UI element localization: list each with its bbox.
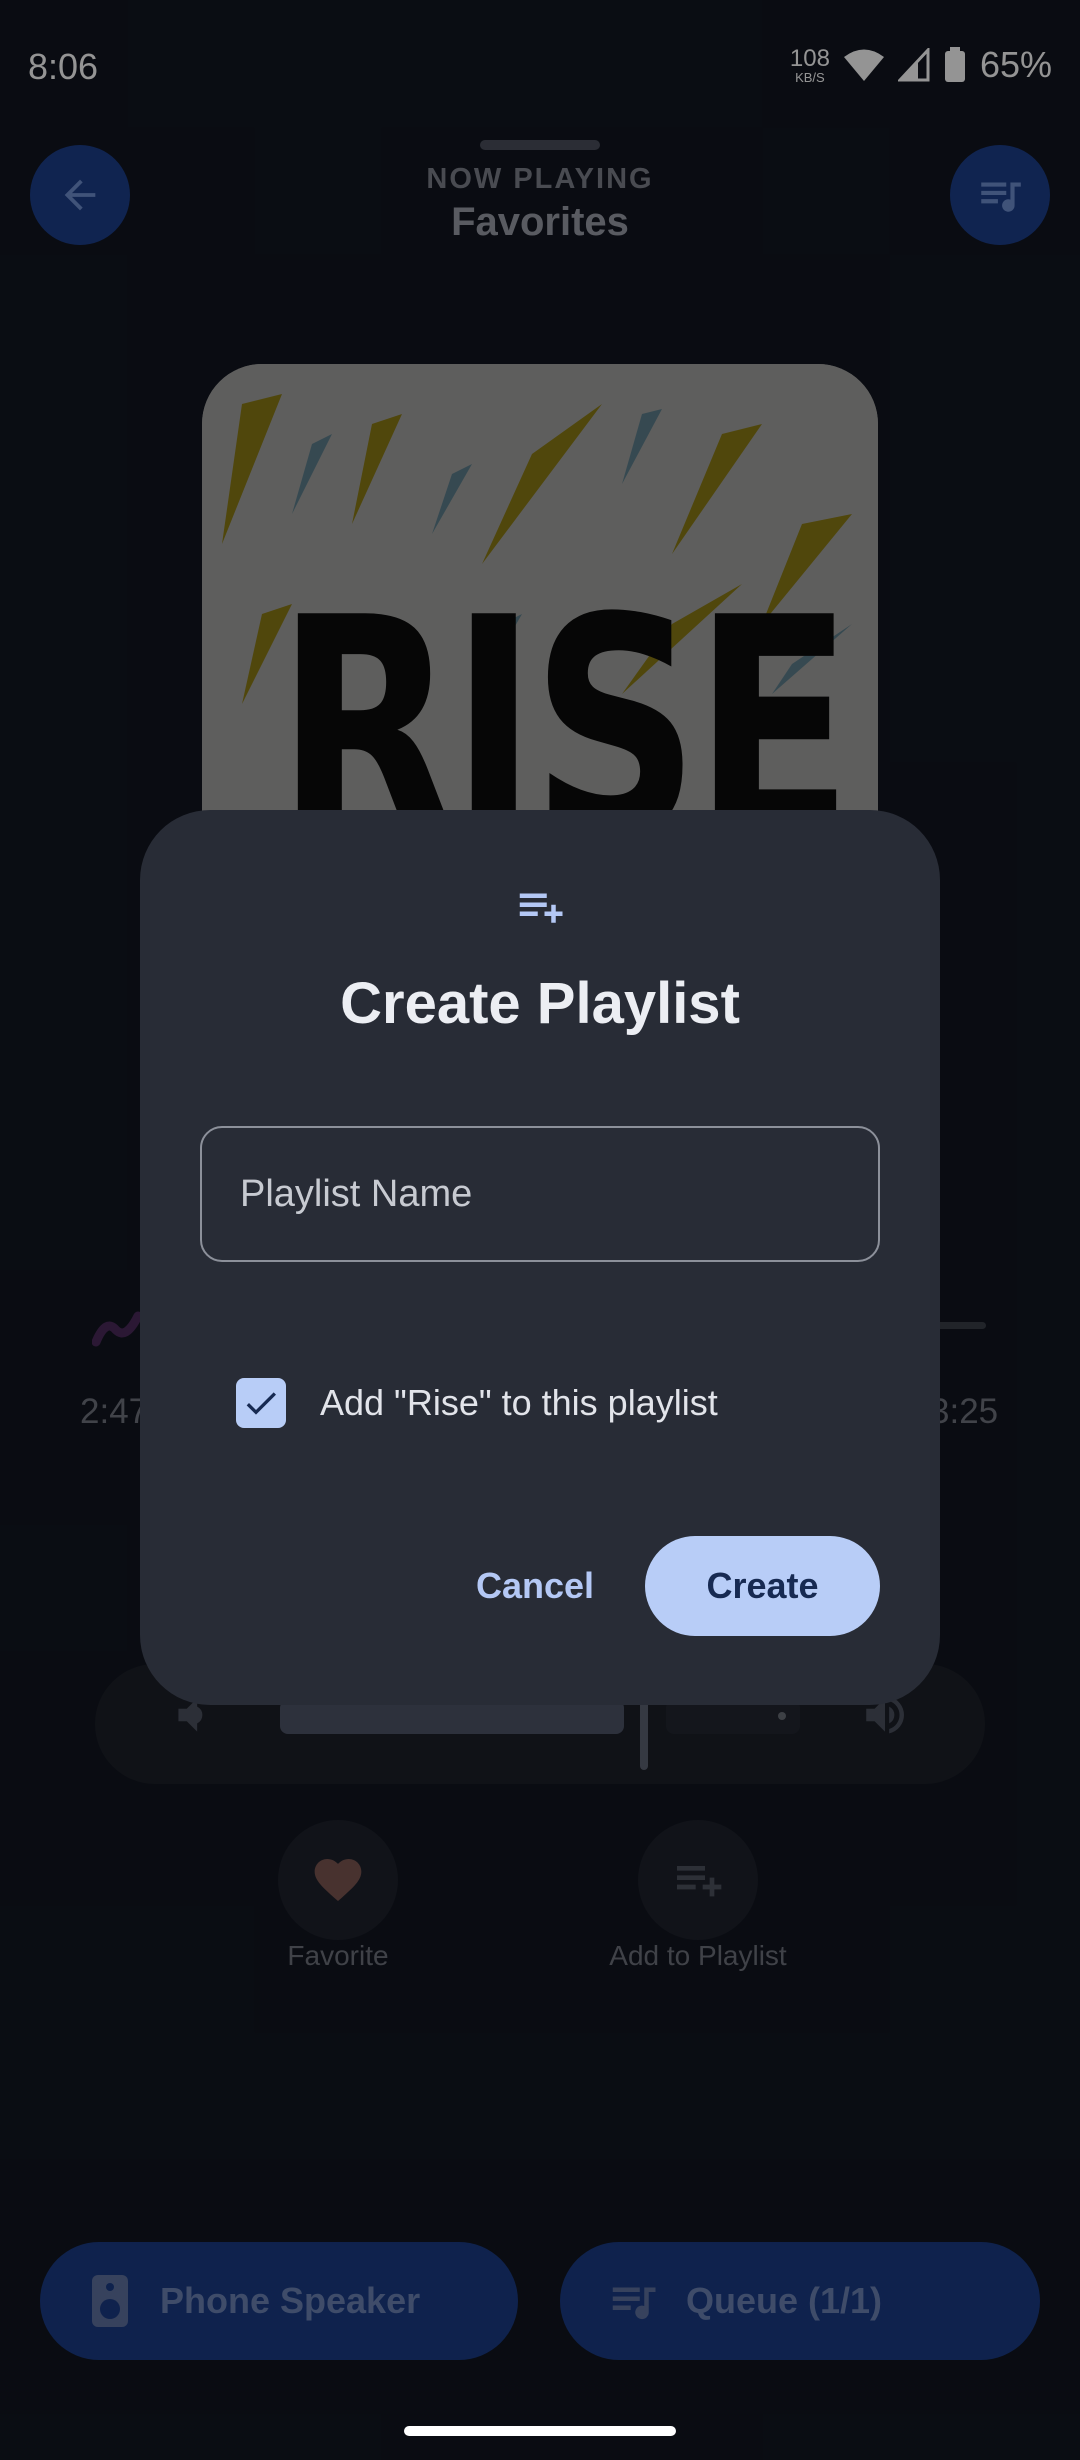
add-song-checkbox-row[interactable]: Add "Rise" to this playlist <box>236 1378 718 1428</box>
add-song-checkbox[interactable] <box>236 1378 286 1428</box>
cancel-button[interactable]: Cancel <box>460 1536 610 1636</box>
checkmark-icon <box>246 1392 276 1415</box>
playlist-add-icon <box>519 893 563 923</box>
add-song-checkbox-label: Add "Rise" to this playlist <box>320 1382 718 1423</box>
home-indicator[interactable] <box>404 2426 676 2436</box>
create-button[interactable]: Create <box>645 1536 880 1636</box>
playlist-name-input[interactable] <box>200 1126 880 1262</box>
dialog-icon-wrap <box>140 880 940 934</box>
dialog-title: Create Playlist <box>340 971 740 1036</box>
create-playlist-dialog: Create Playlist Add "Rise" to this playl… <box>140 810 940 1705</box>
